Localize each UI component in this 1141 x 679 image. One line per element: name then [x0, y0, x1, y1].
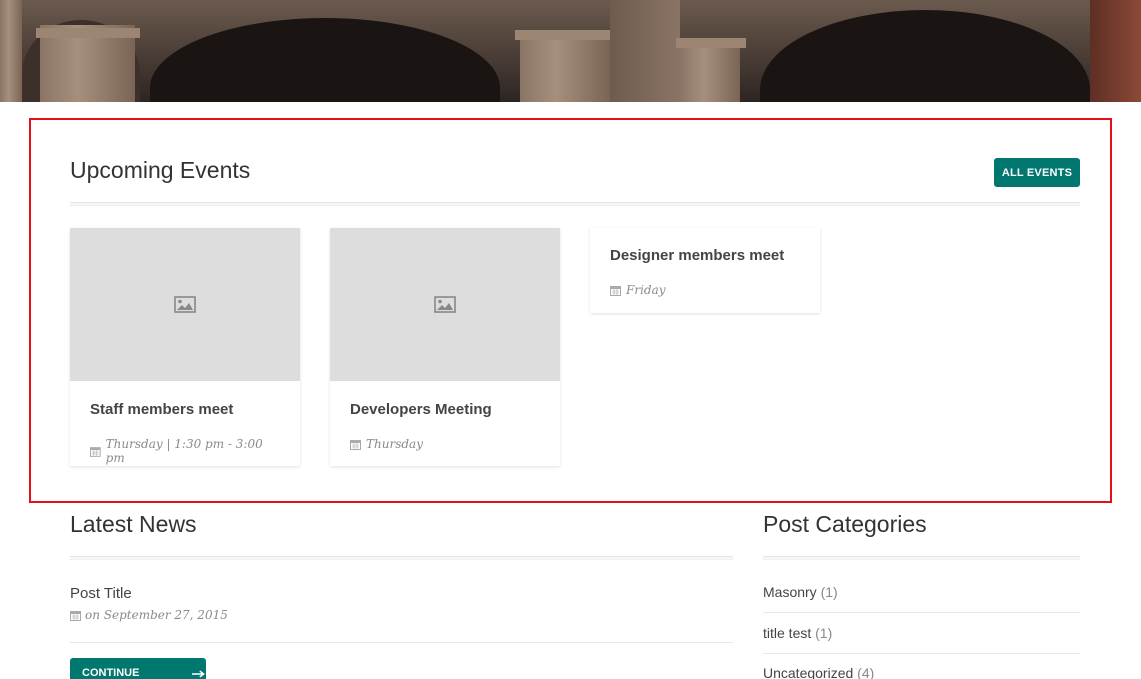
- arrow-right-icon: [192, 670, 206, 678]
- event-title[interactable]: Designer members meet: [590, 247, 820, 264]
- event-card[interactable]: Staff members meet Thursday | 1:30 pm - …: [70, 228, 300, 466]
- hero-banner: [0, 0, 1141, 102]
- image-icon: [434, 296, 456, 313]
- event-image-placeholder: [70, 228, 300, 381]
- category-item[interactable]: Masonry (1): [763, 584, 838, 600]
- calendar-icon: [70, 610, 81, 621]
- category-divider: [763, 612, 1080, 613]
- post-meta: on September 27, 2015: [70, 608, 228, 622]
- calendar-icon: [90, 446, 101, 457]
- image-icon: [174, 296, 196, 313]
- event-meta: Thursday | 1:30 pm - 3:00 pm: [70, 437, 300, 465]
- category-divider: [763, 653, 1080, 654]
- event-card[interactable]: Developers Meeting Thursday: [330, 228, 560, 466]
- event-meta: Friday: [590, 283, 820, 297]
- news-heading: Latest News: [70, 511, 197, 537]
- category-name[interactable]: Masonry: [763, 584, 817, 600]
- continue-reading-label: CONTINUE READING: [82, 667, 140, 679]
- post-date: on September 27, 2015: [85, 608, 228, 622]
- continue-reading-button[interactable]: CONTINUE READING: [70, 658, 206, 679]
- category-count: (1): [820, 584, 838, 600]
- news-divider: [70, 556, 733, 560]
- category-name[interactable]: title test: [763, 625, 811, 641]
- event-date: Thursday: [366, 437, 423, 451]
- events-heading: Upcoming Events: [70, 157, 251, 183]
- category-name[interactable]: Uncategorized: [763, 665, 853, 679]
- categories-heading: Post Categories: [763, 511, 927, 537]
- event-image-placeholder: [330, 228, 560, 381]
- category-item[interactable]: Uncategorized (4): [763, 665, 874, 679]
- categories-divider: [763, 556, 1080, 560]
- calendar-icon: [610, 285, 621, 296]
- post-title[interactable]: Post Title: [70, 585, 132, 602]
- event-title[interactable]: Staff members meet: [70, 401, 300, 418]
- all-events-button[interactable]: ALL EVENTS: [994, 158, 1080, 187]
- post-divider: [70, 642, 733, 643]
- event-date: Thursday | 1:30 pm - 3:00 pm: [105, 437, 263, 465]
- category-item[interactable]: title test (1): [763, 625, 832, 641]
- events-divider: [70, 202, 1080, 206]
- event-card[interactable]: Designer members meet Friday: [590, 228, 820, 313]
- category-count: (1): [815, 625, 833, 641]
- event-date: Friday: [626, 283, 666, 297]
- category-count: (4): [857, 665, 875, 679]
- event-title[interactable]: Developers Meeting: [330, 401, 560, 418]
- calendar-icon: [350, 439, 361, 450]
- event-meta: Thursday: [330, 437, 560, 451]
